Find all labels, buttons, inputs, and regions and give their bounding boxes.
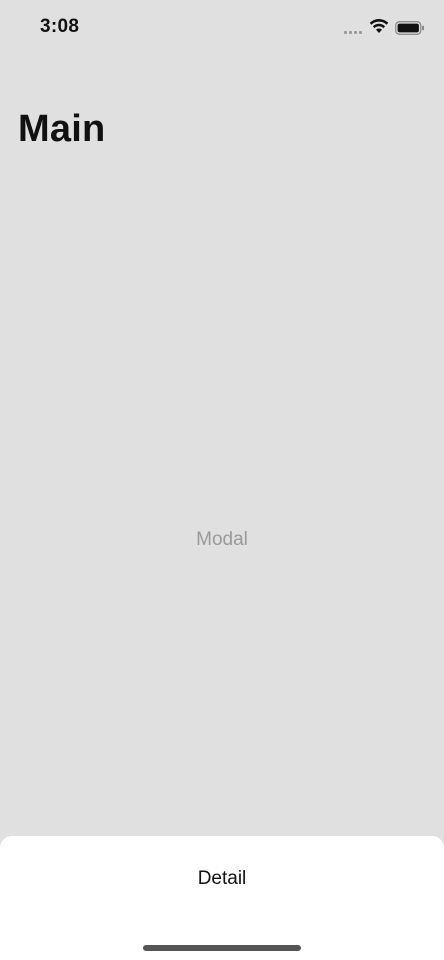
signal-dots-icon	[344, 31, 364, 35]
page-title: Main	[18, 108, 106, 150]
wifi-icon	[369, 18, 389, 34]
battery-icon	[395, 21, 425, 35]
detail-sheet[interactable]: Detail	[0, 836, 444, 960]
status-time: 3:08	[40, 16, 80, 37]
home-indicator[interactable]	[143, 945, 301, 951]
screen: 3:08 Main Modal Detail	[0, 0, 444, 960]
modal-placeholder-label: Modal	[196, 529, 248, 550]
detail-sheet-label: Detail	[197, 868, 247, 889]
status-bar: 3:08	[0, 0, 444, 56]
